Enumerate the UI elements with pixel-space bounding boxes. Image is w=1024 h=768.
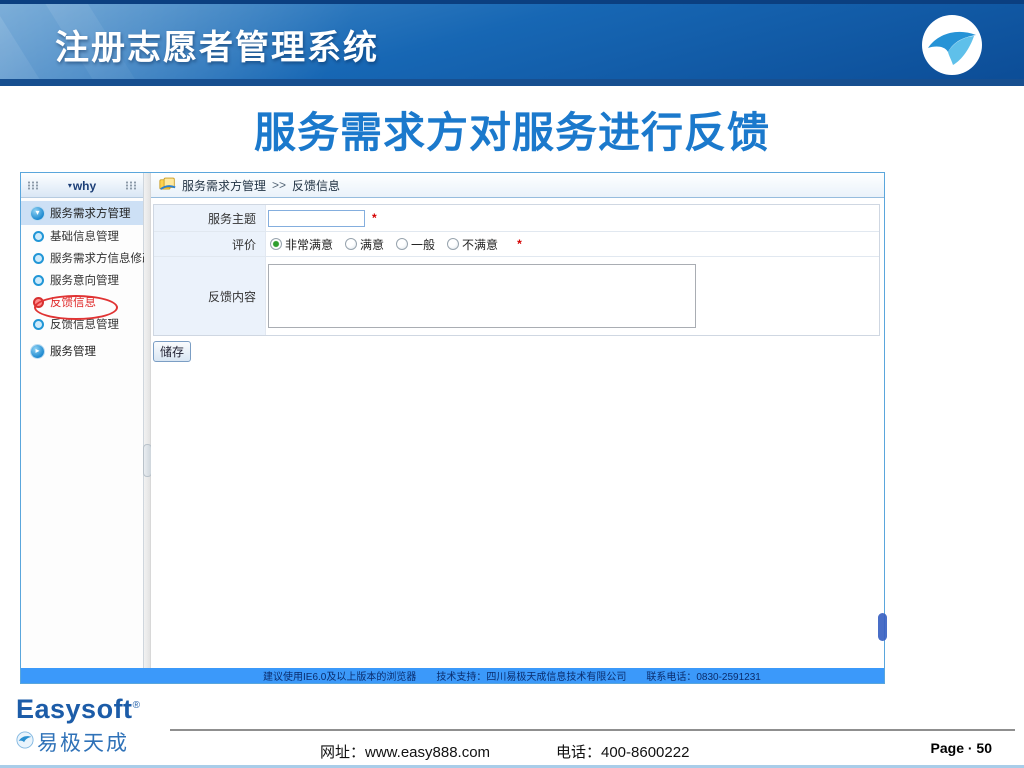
ring-icon: [33, 274, 44, 286]
radio-icon[interactable]: [396, 238, 409, 250]
required-mark: *: [372, 211, 377, 225]
sidebar-user-label: why: [72, 178, 97, 193]
sidebar-item-label: 服务意向管理: [50, 275, 119, 287]
sidebar-item-label: 服务管理: [50, 346, 96, 358]
form-row-topic: 服务主题 *: [154, 205, 879, 232]
grid-dots-icon: [124, 181, 137, 190]
brand-swoosh-icon: [920, 13, 984, 77]
sidebar-menu: ▾ 服务需求方管理 基础信息管理 服务需求方信息修改 服务意向管理 反馈信息 反…: [21, 198, 154, 363]
radio-icon[interactable]: [345, 238, 358, 250]
content-label: 反馈内容: [154, 257, 266, 335]
sidebar-item-feedback-info-mgmt[interactable]: 反馈信息管理: [21, 313, 143, 335]
radio-icon[interactable]: [447, 238, 460, 250]
easysoft-wordmark: Easysoft®: [16, 694, 141, 724]
system-title: 注册志愿者管理系统: [55, 29, 379, 67]
breadcrumb-current: 反馈信息: [292, 178, 341, 193]
rating-radio-group: 非常满意 满意 一般 不满意 *: [270, 236, 522, 253]
circle-chevron-right-icon: ▸: [31, 344, 44, 358]
topic-label: 服务主题: [154, 205, 266, 231]
app-window: ▾ why ▾ 服务需求方管理 基础信息管理 服务需求方信息修改 服务意向管理 …: [20, 172, 887, 684]
radio-satisfied[interactable]: 满意: [345, 236, 384, 253]
rating-value-cell: 非常满意 满意 一般 不满意 *: [266, 232, 879, 256]
sidebar-item-label: 反馈信息管理: [50, 319, 119, 331]
breadcrumb: 服务需求方管理 >> 反馈信息: [151, 173, 884, 198]
form-row-rating: 评价 非常满意 满意 一般 不满意 *: [154, 232, 879, 257]
easysoft-logo: Easysoft® 易极天成: [16, 696, 140, 757]
page-number: Page · 50: [930, 740, 992, 756]
content-panel: 服务需求方管理 >> 反馈信息 服务主题 * 评价 非常满意 满意 一般 不满意…: [151, 173, 884, 668]
sidebar-splitter[interactable]: [143, 173, 152, 668]
ring-icon-red: [33, 296, 44, 308]
radio-unsatisfied[interactable]: 不满意: [447, 236, 498, 253]
form-row-content: 反馈内容: [154, 257, 879, 335]
ring-icon: [33, 318, 44, 330]
sidebar-item-label: 服务需求方信息修改: [50, 253, 154, 265]
radio-label: 不满意: [462, 237, 499, 252]
sidebar: ▾ why ▾ 服务需求方管理 基础信息管理 服务需求方信息修改 服务意向管理 …: [21, 173, 154, 668]
footer-phone: 电话：400-8600222: [556, 744, 690, 761]
pages-icon: [159, 177, 176, 194]
slide-header: 注册志愿者管理系统: [0, 0, 1024, 86]
sidebar-item-label: 基础信息管理: [50, 231, 119, 243]
circle-chevron-down-icon: ▾: [31, 206, 44, 220]
radio-label: 非常满意: [285, 237, 334, 252]
sidebar-item-service-intent-mgmt[interactable]: 服务意向管理: [21, 269, 143, 291]
footer-divider: [170, 729, 1015, 731]
content-value-cell: [266, 257, 879, 335]
rating-label: 评价: [154, 232, 266, 256]
required-mark: *: [517, 237, 522, 251]
topic-input[interactable]: [268, 209, 365, 227]
radio-selected-icon[interactable]: [270, 238, 282, 250]
feedback-content-textarea[interactable]: [268, 264, 696, 328]
topic-value-cell: *: [266, 205, 879, 231]
ring-icon: [33, 252, 44, 264]
sidebar-item-feedback-info[interactable]: 反馈信息: [21, 291, 143, 313]
scrollbar-thumb[interactable]: [878, 613, 887, 641]
sidebar-header[interactable]: ▾ why: [21, 174, 143, 198]
sidebar-item-label: 服务需求方管理: [50, 208, 131, 220]
footer-website: 网址：www.easy888.com: [320, 744, 491, 761]
breadcrumb-parent[interactable]: 服务需求方管理: [182, 177, 266, 194]
statusbar-support: 技术支持：四川易极天成信息技术有限公司: [436, 672, 627, 683]
easysoft-swoosh-icon: [16, 730, 34, 754]
sidebar-item-demander-info-edit[interactable]: 服务需求方信息修改: [21, 247, 154, 269]
easysoft-cn-name: 易极天成: [37, 732, 129, 755]
statusbar-browser-tip: 建议使用IE6.0及以上版本的浏览器: [263, 672, 417, 683]
ring-icon: [33, 230, 44, 242]
sidebar-item-service-mgmt[interactable]: ▸ 服务管理: [21, 339, 143, 363]
chevron-down-icon: ▾: [67, 181, 72, 190]
page-title: 服务需求方对服务进行反馈: [253, 109, 770, 156]
feedback-form: 服务主题 * 评价 非常满意 满意 一般 不满意 * 反馈内容: [153, 204, 880, 336]
sidebar-user[interactable]: ▾ why: [68, 179, 96, 193]
grid-dots-icon: [27, 181, 39, 190]
registered-mark: ®: [132, 700, 141, 711]
sidebar-item-service-demander-mgmt[interactable]: ▾ 服务需求方管理: [21, 201, 143, 225]
radio-label: 一般: [411, 237, 436, 252]
sidebar-item-basic-info-mgmt[interactable]: 基础信息管理: [21, 225, 143, 247]
app-statusbar: 建议使用IE6.0及以上版本的浏览器 技术支持：四川易极天成信息技术有限公司 联…: [21, 668, 884, 683]
radio-average[interactable]: 一般: [396, 236, 435, 253]
radio-label: 满意: [360, 237, 385, 252]
radio-very-satisfied[interactable]: 非常满意: [270, 236, 333, 253]
sidebar-item-label: 反馈信息: [50, 297, 96, 309]
statusbar-phone: 联系电话：0830-2591231: [646, 672, 761, 683]
save-button[interactable]: 储存: [153, 341, 191, 362]
breadcrumb-separator: >>: [272, 178, 287, 192]
